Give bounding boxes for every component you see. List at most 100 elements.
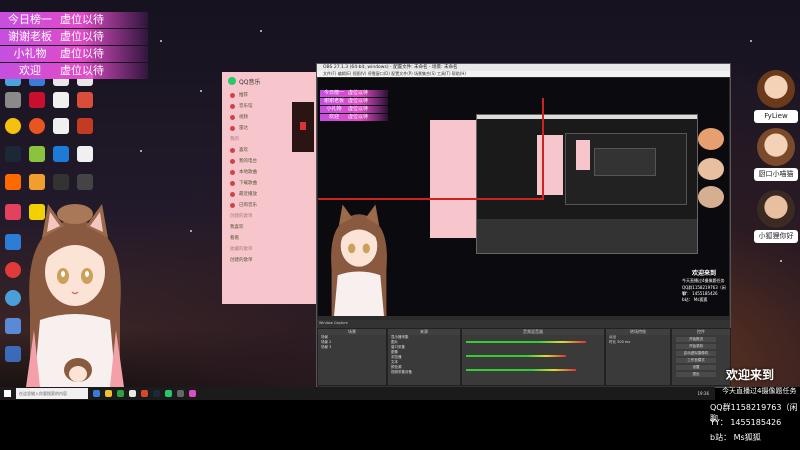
nav-dot-icon <box>230 192 235 197</box>
source-item[interactable]: 视频采集设备 <box>388 370 460 375</box>
overlay-row: 谢谢老板 虚位以待 <box>0 29 148 45</box>
taskbar-app-icon[interactable] <box>177 390 184 397</box>
preview-nested-obs <box>476 114 698 254</box>
desktop-icon[interactable] <box>24 174 50 190</box>
album-art[interactable] <box>292 102 314 152</box>
overlay-row: 小礼物 虚位以待 <box>0 46 148 62</box>
desktop-icon[interactable] <box>0 146 26 162</box>
viewer-card: 小狐狸你好 <box>752 190 800 243</box>
desktop-icon[interactable] <box>48 174 74 190</box>
desktop-icon[interactable] <box>24 118 50 134</box>
overlay-value: 虚位以待 <box>60 30 104 43</box>
viewer-avatar <box>757 190 795 228</box>
qq-nav-item[interactable]: 雷达 <box>222 123 284 134</box>
settings-button[interactable]: 设置 <box>676 365 716 370</box>
start-button[interactable] <box>0 387 14 400</box>
qq-nav-section: 收藏的歌单 <box>230 247 253 252</box>
viewer-name: 小狐狸你好 <box>754 230 798 243</box>
bilibili-info: b站： Ms狐狐 <box>710 433 761 442</box>
desktop-icon[interactable] <box>0 118 26 134</box>
qq-music-window[interactable]: QQ音乐 推荐 音乐馆 视频 雷达 我的 喜欢 我的电台 本地歌曲 下载歌曲 最… <box>222 72 317 304</box>
qq-nav-item[interactable]: 喜欢 <box>222 145 284 156</box>
studio-mode-button[interactable]: 工作室模式 <box>676 358 716 363</box>
audio-meter <box>466 355 566 357</box>
qq-nav-item[interactable]: 推荐 <box>222 90 284 101</box>
overlay-label: 今日榜一 <box>8 13 52 26</box>
desktop-icon[interactable] <box>48 92 74 108</box>
virtual-camera-button[interactable]: 启动虚拟摄像机 <box>676 351 716 356</box>
desktop-icon[interactable] <box>72 92 98 108</box>
preview-overlay-row: 谢谢老板 虚位以待 <box>320 98 388 105</box>
overlay-value: 虚位以待 <box>60 64 104 77</box>
desktop-icon[interactable] <box>48 118 74 134</box>
start-streaming-button[interactable]: 开始推流 <box>676 337 716 342</box>
qq-nav-item[interactable]: 我的电台 <box>222 156 284 167</box>
qq-nav-item[interactable]: 已购音乐 <box>222 200 284 211</box>
qq-nav-item[interactable]: 看看 <box>222 233 284 244</box>
desktop-icon[interactable] <box>48 146 74 162</box>
nav-dot-icon <box>230 170 235 175</box>
duration-row: 时长 300 ms <box>606 340 670 345</box>
screen: 今日榜一 虚位以待 谢谢老板 虚位以待 小礼物 虚位以待 欢迎 虚位以待 QQ音… <box>0 0 800 450</box>
obs-window[interactable]: OBS 27.1.3 (64-bit, windows) - 配置文件: 未命名… <box>316 63 731 388</box>
taskbar-clock[interactable]: 19:36 <box>697 391 709 396</box>
taskbar-app-icon[interactable] <box>165 390 172 397</box>
obs-preview[interactable]: 今日榜一 虚位以待 谢谢老板 虚位以待 小礼物 虚位以待 欢迎 虚位以待 欢迎来… <box>318 78 729 316</box>
qq-nav-item[interactable]: 视频 <box>222 112 284 123</box>
qq-nav-section: 我的 <box>230 137 239 142</box>
qq-nav-item[interactable]: 最近播放 <box>222 189 284 200</box>
desktop-icon[interactable] <box>72 146 98 162</box>
taskbar-app-icon[interactable] <box>117 390 124 397</box>
sources-dock[interactable]: 来源 显示器采集 图片 窗口采集 图像 浏览器 文本 颜色源 视频采集设备 <box>387 328 461 386</box>
start-recording-button[interactable]: 开始录制 <box>676 344 716 349</box>
taskbar-app-icon[interactable] <box>153 390 160 397</box>
qq-nav-item[interactable]: 创建的歌单 <box>222 255 284 266</box>
desktop-icon[interactable] <box>0 174 26 190</box>
taskbar-app-icon[interactable] <box>189 390 196 397</box>
controls-title: 控件 <box>672 329 730 335</box>
taskbar-app-icon[interactable] <box>93 390 100 397</box>
qq-music-logo-icon <box>228 77 236 85</box>
taskbar-app-icon[interactable] <box>105 390 112 397</box>
overlay-label: 欢迎 <box>19 64 41 77</box>
obs-source-toolbar: Window Capture <box>319 321 348 325</box>
preview-qq-window <box>430 120 480 238</box>
desktop-icon[interactable] <box>72 174 98 190</box>
overlay-value: 虚位以待 <box>60 47 104 60</box>
qq-nav-item[interactable]: 下载歌曲 <box>222 178 284 189</box>
duration-value[interactable]: 300 ms <box>617 340 630 344</box>
transitions-dock[interactable]: 转场特效 淡出 时长 300 ms <box>605 328 671 386</box>
exit-button[interactable]: 退出 <box>676 372 716 377</box>
overlay-value: 虚位以待 <box>60 13 104 26</box>
album-art-mark <box>300 122 306 130</box>
stream-overlay-list: 今日榜一 虚位以待 谢谢老板 虚位以待 小礼物 虚位以待 欢迎 虚位以待 <box>0 12 148 80</box>
preview-viewer-avatar <box>698 158 724 180</box>
desktop-icon[interactable] <box>72 118 98 134</box>
audio-meter <box>466 341 586 343</box>
desktop-icon[interactable] <box>24 92 50 108</box>
preview-overlay-row: 今日榜一 虚位以待 <box>320 90 388 97</box>
qq-nav-item[interactable]: 本地歌曲 <box>222 167 284 178</box>
audio-mixer-dock[interactable]: 音频混音器 <box>461 328 605 386</box>
overlay-label: 谢谢老板 <box>8 30 52 43</box>
desktop-icon[interactable] <box>24 146 50 162</box>
nav-dot-icon <box>230 93 235 98</box>
nav-dot-icon <box>230 104 235 109</box>
scenes-dock[interactable]: 场景 场景 场景 2 场景 3 <box>317 328 387 386</box>
nav-dot-icon <box>230 126 235 131</box>
nav-dot-icon <box>230 115 235 120</box>
desktop-icon[interactable] <box>0 92 26 108</box>
taskbar-search-input[interactable]: 在这里输入你要搜索的内容 <box>16 388 88 399</box>
qq-nav-item[interactable]: 音乐馆 <box>222 101 284 112</box>
controls-dock[interactable]: 控件 开始推流 开始录制 启动虚拟摄像机 工作室模式 设置 退出 <box>671 328 731 386</box>
preview-welcome-text: 欢迎来到 <box>692 270 717 277</box>
qq-nav-item[interactable]: 我喜欢 <box>222 222 284 233</box>
obs-menu-bar[interactable]: 文件(F) 编辑(E) 视图(V) 停靠窗口(D) 配置文件(P) 场景集合(S… <box>317 71 730 77</box>
overlay-row: 今日榜一 虚位以待 <box>0 12 148 28</box>
windows-logo-icon <box>3 390 11 397</box>
taskbar-app-icon[interactable] <box>129 390 136 397</box>
scene-item[interactable]: 场景 3 <box>318 345 386 350</box>
obs-title-bar[interactable]: OBS 27.1.3 (64-bit, windows) - 配置文件: 未命名… <box>317 64 730 71</box>
taskbar-app-icon[interactable] <box>141 390 148 397</box>
audio-mixer-title: 音频混音器 <box>462 329 604 335</box>
